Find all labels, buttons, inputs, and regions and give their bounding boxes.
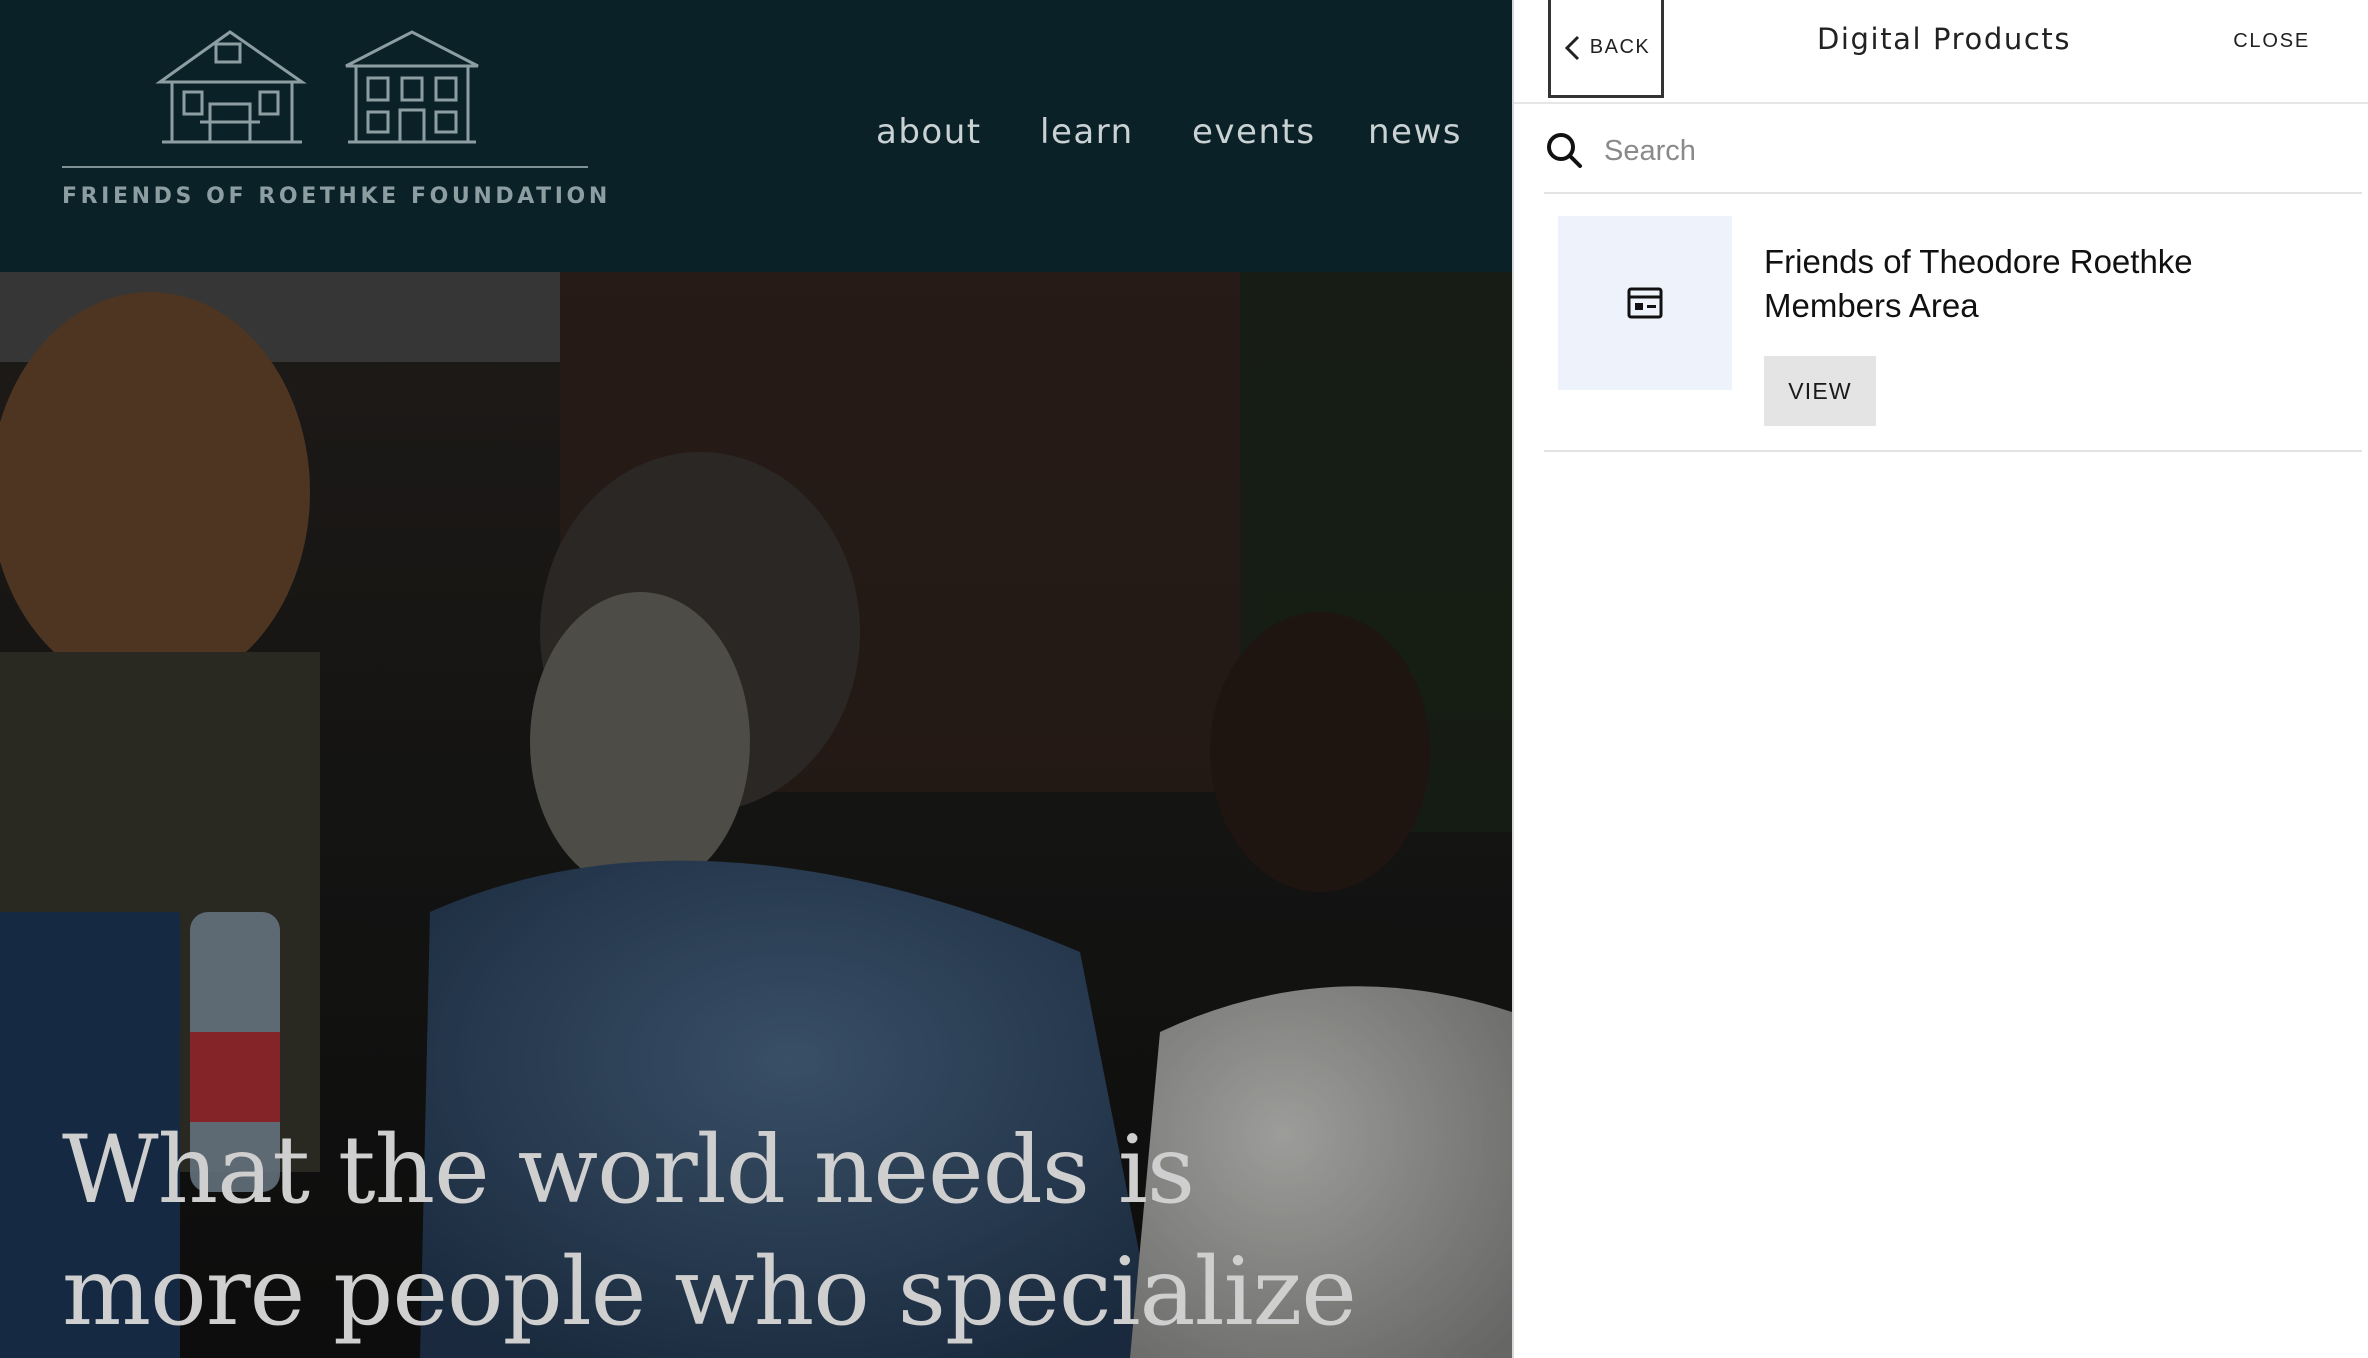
search-input[interactable] <box>1602 126 2346 176</box>
search-bar <box>1544 112 2362 194</box>
nav-about[interactable]: about <box>876 108 982 156</box>
product-list-item: Friends of Theodore Roethke Members Area… <box>1544 192 2362 452</box>
nav-news[interactable]: news <box>1368 108 1462 156</box>
hero-section: What the world needs is more people who … <box>0 272 1512 1358</box>
header-divider <box>1514 102 2368 104</box>
nav-events[interactable]: events <box>1192 108 1316 156</box>
panel-title: Digital Products <box>1816 22 2072 56</box>
chevron-left-icon <box>1564 35 1579 60</box>
close-button[interactable]: CLOSE <box>2233 30 2310 53</box>
hero-quote: What the world needs is more people who … <box>62 1110 1462 1354</box>
site-header: FRIENDS OF ROETHKE FOUNDATION about lear… <box>0 0 1512 272</box>
view-button[interactable]: VIEW <box>1764 356 1876 426</box>
hero-quote-line-2: more people who specialize <box>62 1238 1357 1347</box>
nav-learn[interactable]: learn <box>1040 108 1134 156</box>
logo-divider <box>62 166 588 168</box>
back-button-label: BACK <box>1589 36 1651 58</box>
hero-quote-line-1: What the world needs is <box>62 1116 1195 1225</box>
product-thumbnail[interactable] <box>1558 216 1732 390</box>
search-icon <box>1547 133 1582 168</box>
main-nav: about learn events news <box>0 108 1512 156</box>
digital-products-panel: BACK Digital Products CLOSE Friends of T… <box>1512 0 2368 1358</box>
logo-wordmark: FRIENDS OF ROETHKE FOUNDATION <box>62 184 611 209</box>
back-button[interactable]: BACK <box>1548 0 1664 98</box>
product-name[interactable]: Friends of Theodore Roethke Members Area <box>1764 240 2324 328</box>
website-background: FRIENDS OF ROETHKE FOUNDATION about lear… <box>0 0 1512 1358</box>
membership-card-icon <box>1627 287 1663 319</box>
